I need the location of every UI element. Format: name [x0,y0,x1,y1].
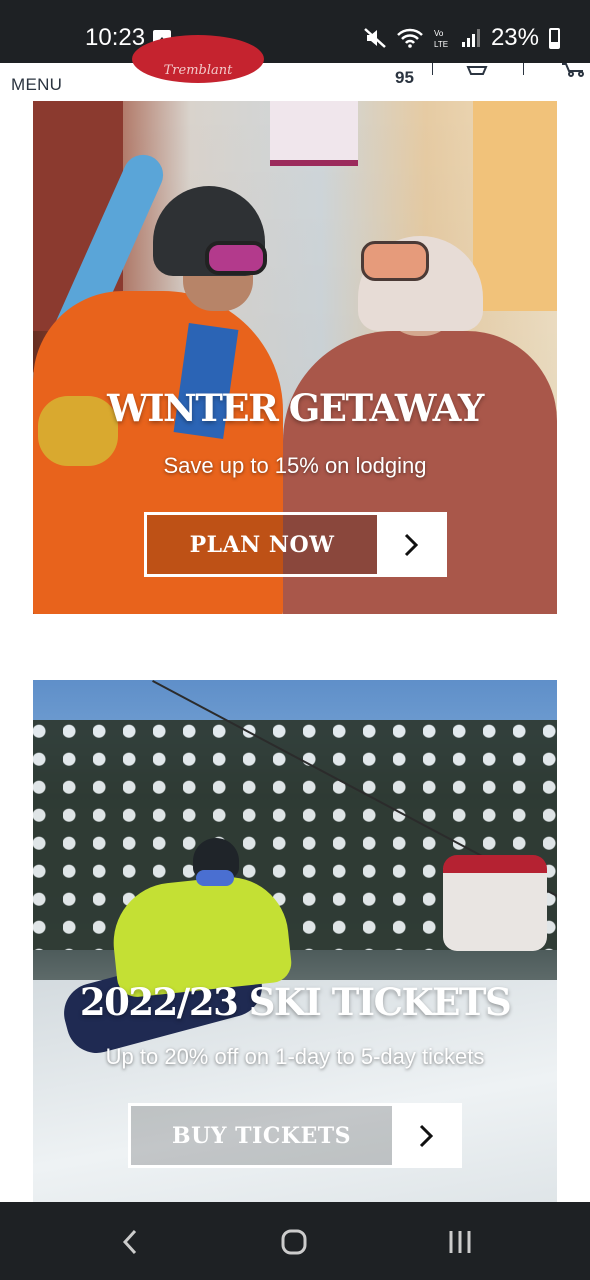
goggles [205,241,267,275]
goggles [196,870,234,886]
battery-icon [549,27,560,49]
promo-subtitle: Up to 20% off on 1-day to 5-day tickets [105,1044,485,1069]
wifi-icon [397,28,423,48]
background-banner [270,101,358,166]
home-icon[interactable] [274,1224,314,1260]
lift-status-icon[interactable] [466,63,488,75]
menu-button[interactable]: MENU [11,75,62,95]
buy-tickets-button[interactable]: BUY TICKETS [128,1103,462,1168]
signal-icon [461,29,480,47]
promo-title: WINTER GETAWAY [107,386,484,430]
status-bar: 10:23 Vo LTE 23% [0,0,590,63]
volte-icon: Vo LTE [434,29,448,49]
gondola [443,855,547,951]
cart-icon[interactable] [561,63,587,77]
back-icon[interactable] [110,1224,150,1260]
svg-text:Vo: Vo [434,29,444,38]
plan-now-button[interactable]: PLAN NOW [144,512,447,577]
site-logo[interactable]: Tremblant [132,35,264,83]
promo-title: 2022/23 SKI TICKETS [79,980,512,1024]
logo-text: Tremblant [163,63,233,78]
header-divider [523,63,524,75]
mute-icon [364,28,386,48]
system-nav-bar [0,1202,590,1280]
status-icons: Vo LTE 23% [363,24,560,52]
status-time: 10:23 [85,24,146,51]
chevron-right-icon [377,515,444,574]
background-building [473,101,557,311]
promo-card-ski-tickets[interactable]: 2022/23 SKI TICKETS Up to 20% off on 1-d… [33,680,557,1202]
chevron-right-icon [392,1106,459,1165]
promo-subtitle: Save up to 15% on lodging [163,453,427,478]
site-header: MENU Tremblant 95 [0,35,590,101]
temperature-readout[interactable]: 95 [395,68,414,88]
battery-percent: 23% [490,24,539,51]
svg-text:LTE: LTE [434,40,448,49]
promo-card-winter-getaway[interactable]: WINTER GETAWAY Save up to 15% on lodging… [33,101,557,614]
cta-label: PLAN NOW [189,531,335,558]
goggles [361,241,429,281]
recents-icon[interactable] [440,1224,480,1260]
cta-label: BUY TICKETS [172,1122,351,1149]
header-divider [432,63,433,75]
